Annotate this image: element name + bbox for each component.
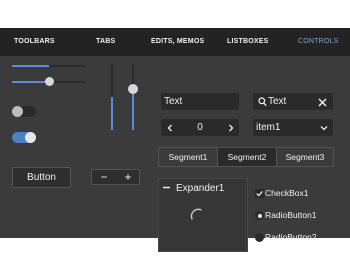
radio-button-1[interactable] xyxy=(255,211,264,220)
slider-fill xyxy=(12,81,49,83)
increment-button[interactable]: + xyxy=(118,170,138,184)
search-icon xyxy=(258,97,267,107)
radio-button-2[interactable] xyxy=(255,233,264,242)
search-edit[interactable]: Text xyxy=(253,93,333,110)
spinner-icon xyxy=(189,207,207,225)
tab-toolbars[interactable]: TOOLBARS xyxy=(14,28,55,56)
horizontal-slider-2[interactable] xyxy=(12,77,86,87)
controls-panel: Button − + Text Text 0 item1 Segment1 Se… xyxy=(0,56,350,252)
combo-box[interactable]: item1 xyxy=(253,119,333,136)
segment-3[interactable]: Segment3 xyxy=(277,148,333,166)
radio-button-1-label: RadioButton1 xyxy=(265,210,317,220)
toggle-switch-2[interactable] xyxy=(12,132,36,143)
tab-listboxes[interactable]: LISTBOXES xyxy=(227,28,268,56)
slider-fill xyxy=(12,65,49,67)
minus-icon[interactable] xyxy=(163,186,170,189)
tab-controls[interactable]: CONTROLS xyxy=(298,28,339,56)
button[interactable]: Button xyxy=(12,167,71,188)
expander: Expander1 xyxy=(158,178,248,252)
tab-edits-memos[interactable]: EDITS, MEMOS xyxy=(151,28,204,56)
slider-fill xyxy=(111,97,113,130)
combo-box-value: item1 xyxy=(256,122,281,133)
expander-header[interactable]: Expander1 xyxy=(176,182,224,195)
slider-thumb[interactable] xyxy=(45,77,54,86)
check-icon xyxy=(256,190,263,197)
tab-bar: TOOLBARS TABS EDITS, MEMOS LISTBOXES CON… xyxy=(0,28,350,56)
slider-fill xyxy=(132,89,134,130)
slider-thumb[interactable] xyxy=(128,84,138,94)
radio-dot-icon xyxy=(257,213,262,218)
radio-button-2-label: RadioButton2 xyxy=(265,232,317,242)
spin-box-value: 0 xyxy=(197,122,203,133)
close-icon[interactable] xyxy=(318,98,327,107)
decrement-button[interactable]: − xyxy=(94,170,114,184)
checkbox[interactable] xyxy=(255,189,264,198)
plus-minus-stepper: − + xyxy=(91,169,140,185)
toggle-knob xyxy=(12,106,23,117)
segment-2[interactable]: Segment2 xyxy=(218,148,276,166)
app-window: TOOLBARS TABS EDITS, MEMOS LISTBOXES CON… xyxy=(0,28,350,252)
checkbox-label: CheckBox1 xyxy=(265,188,309,198)
toggle-switch-1[interactable] xyxy=(12,106,36,117)
text-edit-value: Text xyxy=(164,96,183,107)
chevron-right-icon[interactable] xyxy=(228,124,234,132)
search-edit-value: Text xyxy=(268,96,287,107)
vertical-slider-1[interactable] xyxy=(107,64,117,130)
segmented-control: Segment1 Segment2 Segment3 xyxy=(158,147,334,167)
text-edit[interactable]: Text xyxy=(161,93,239,110)
toggle-knob xyxy=(25,132,36,143)
vertical-slider-2[interactable] xyxy=(128,64,138,130)
spin-box: 0 xyxy=(161,119,239,136)
segment-1[interactable]: Segment1 xyxy=(159,148,217,166)
tab-tabs[interactable]: TABS xyxy=(96,28,115,56)
horizontal-slider-1[interactable] xyxy=(12,61,86,71)
chevron-down-icon xyxy=(320,125,328,131)
